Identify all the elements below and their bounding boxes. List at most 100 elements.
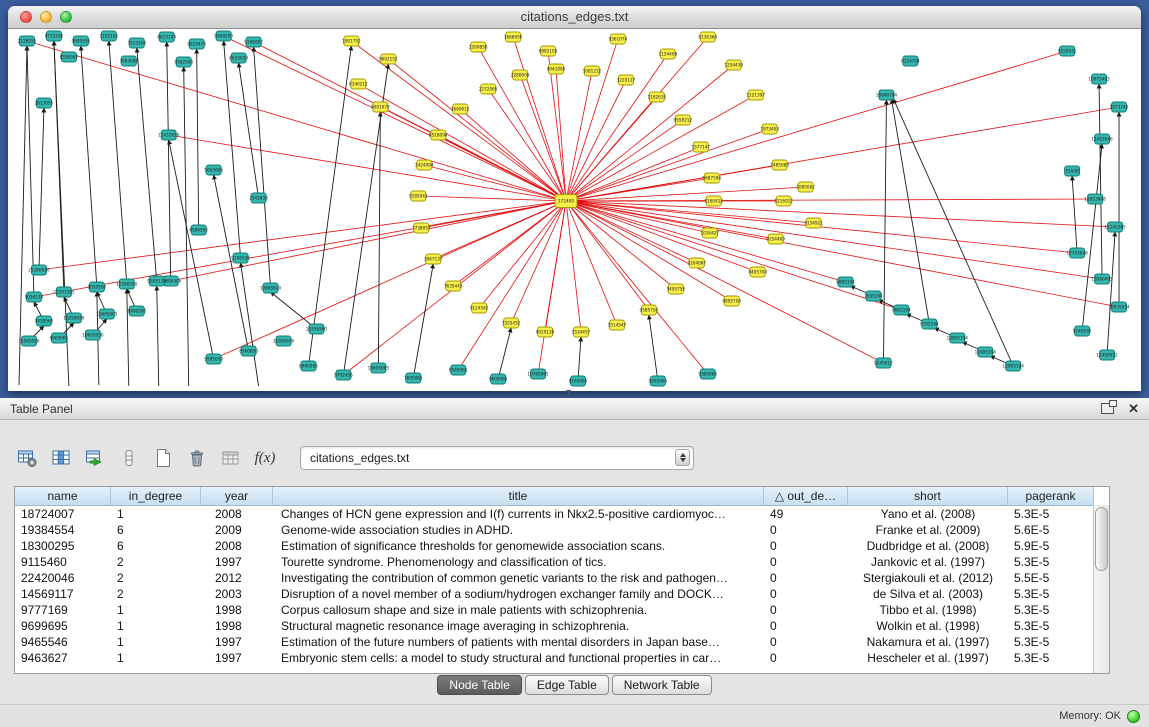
tab-network-table[interactable]: Network Table [612,675,712,695]
graph-node[interactable]: 1534457 [572,327,591,337]
graph-node[interactable]: 9585704 [640,305,659,315]
network-graph[interactable]: 1724001160412101642722040675495756958570… [9,29,1140,391]
graph-node[interactable]: 9041094 [547,64,566,74]
graph-node[interactable]: 9602152 [379,54,398,64]
table-settings-button[interactable] [14,446,40,470]
graph-node[interactable]: 1102105 [100,31,119,41]
graph-node[interactable]: 8960565 [299,361,318,371]
graph-node[interactable]: 9056133 [25,292,44,302]
graph-node[interactable]: 10605965 [368,363,390,373]
graph-node[interactable]: 10590560 [116,279,138,289]
graph-node[interactable]: 11453648 [1091,134,1113,144]
graph-node[interactable]: 8140212 [349,79,368,89]
zoom-button[interactable] [60,11,72,23]
scrollbar-thumb[interactable] [1095,507,1108,571]
column-header-pagerank[interactable]: pagerank [1008,487,1094,505]
table-row[interactable]: 1872400712008Changes of HCN gene express… [15,506,1094,522]
graph-node[interactable]: 11431656 [158,130,180,140]
column-header-short[interactable]: short [848,487,1008,505]
graph-node[interactable]: 7635443 [444,281,463,291]
graph-node[interactable]: 15938 [1065,166,1080,176]
graph-node[interactable]: 5495756 [667,284,686,294]
graph-node[interactable]: 9949209 [214,31,233,41]
graph-node[interactable]: 2013055 [35,98,54,108]
graph-node[interactable]: 7505194 [864,291,883,301]
graph-node[interactable]: 7683998 [119,56,138,66]
graph-node[interactable]: 7525452 [502,318,521,328]
graph-node[interactable]: 8633029 [229,53,248,63]
graph-node[interactable]: 1016427 [700,228,719,238]
graph-node[interactable]: 9705194 [920,319,939,329]
graph-node[interactable]: 9505135 [147,276,166,286]
graph-node[interactable]: 12005194 [1003,361,1025,371]
graph-node[interactable]: 11900656 [273,336,295,346]
graph-node[interactable]: 1085062 [796,182,815,192]
tab-node-table[interactable]: Node Table [437,675,522,695]
toggle-panel-button[interactable] [116,446,142,470]
graph-node[interactable]: 8130364 [698,32,717,42]
graph-node[interactable]: 9365065 [698,369,717,379]
graph-node[interactable]: 8733160 [45,31,64,41]
graph-node[interactable]: 2280608 [511,70,530,80]
graph-node[interactable]: 7738057 [412,223,431,233]
graph-node[interactable]: 11605605 [96,309,118,319]
graph-node[interactable]: 10356560 [306,324,328,334]
function-builder-button[interactable]: f(x) [252,446,278,470]
table-row[interactable]: 1830029562008Estimation of significance … [15,538,1094,554]
graph-node[interactable]: 11245365 [1104,222,1126,232]
graph-node[interactable]: 21291565 [53,287,75,297]
graph-node[interactable]: 7513104 [127,38,146,48]
graph-node[interactable]: 2272065 [479,84,498,94]
graph-node[interactable]: 9150931 [1058,46,1077,56]
graph-node[interactable]: 2126055 [18,36,37,46]
graph-node[interactable]: 21260650 [28,265,50,275]
graph-node[interactable]: 9810476 [187,39,206,49]
graph-node[interactable]: 10259056 [63,313,85,323]
table-row[interactable]: 946362711997Embryonic stem cells: a mode… [15,650,1094,666]
graph-node[interactable]: 8605194 [892,305,911,315]
graph-node[interactable]: 9106336 [231,253,250,263]
graph-node[interactable]: 1154408 [659,49,678,59]
graph-node[interactable]: 8518094 [429,130,448,140]
table-row[interactable]: 1456911722003Disruption of a novel membe… [15,586,1094,602]
graph-node[interactable]: 10765065 [527,369,549,379]
graph-node[interactable]: 9895704 [722,296,741,306]
graph-node[interactable]: 10035054 [1108,302,1130,312]
graph-node[interactable]: 2260858 [469,42,488,52]
graph-node[interactable]: 1973403 [760,124,779,134]
column-header-in_degree[interactable]: in_degree [111,487,201,505]
graph-node[interactable]: 10973493 [1088,74,1110,84]
show-columns-button[interactable] [48,446,74,470]
graph-node[interactable]: 7605065 [404,373,423,383]
graph-node[interactable]: 1254439 [724,60,743,70]
graph-node[interactable]: 1160412 [704,196,723,206]
graph-node[interactable]: 3220127 [617,75,636,85]
graph-node[interactable]: 8560650 [239,346,258,356]
table-source-select[interactable]: citations_edges.txt [300,446,694,470]
table-row[interactable]: 977716911998Corpus callosum shape and si… [15,602,1094,618]
graph-node[interactable]: 8613704 [157,32,176,42]
graph-node[interactable]: 10665620 [260,283,282,293]
apply-table-style-button[interactable] [218,446,244,470]
delete-table-button[interactable] [184,446,210,470]
graph-node[interactable]: 8165065 [569,376,588,386]
graph-node[interactable]: 9558212 [673,115,692,125]
graph-node[interactable]: 9059506 [88,282,107,292]
new-file-button[interactable] [150,446,176,470]
graph-node[interactable]: 2424094 [415,160,434,170]
graph-node[interactable]: 3216012 [774,196,793,206]
graph-node[interactable]: 9605556 [72,36,91,46]
graph-node[interactable]: 9185043 [409,191,428,201]
graph-node[interactable]: 9603606 [204,165,223,175]
column-header-out_degree[interactable]: △ out_de… [764,487,848,505]
graph-node[interactable]: 11565056 [18,336,40,346]
close-button[interactable] [20,11,32,23]
graph-node[interactable]: 9687594 [702,173,721,183]
table-row[interactable]: 2242004622012Investigating the contribut… [15,570,1094,586]
table-row[interactable]: 969969511998Structural magnetic resonanc… [15,618,1094,634]
graph-node[interactable]: 16648794 [876,90,898,100]
graph-node[interactable]: 2204067 [687,258,706,268]
graph-node[interactable]: 1514547 [608,320,627,330]
column-header-year[interactable]: year [201,487,273,505]
table-vertical-scrollbar[interactable] [1093,505,1109,673]
